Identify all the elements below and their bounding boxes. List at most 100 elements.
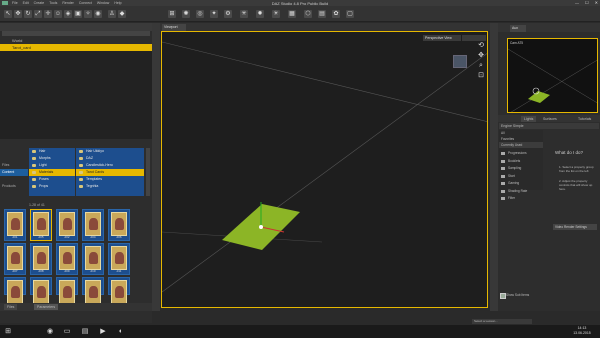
category-item[interactable]: Candlestick-Hero [76, 162, 144, 169]
daz-icon[interactable]: ◐ [116, 327, 126, 336]
category-item[interactable]: Morphs [29, 155, 75, 162]
right-vertical-tabbar[interactable] [490, 23, 498, 311]
scale-icon[interactable]: ⤢ [34, 10, 42, 18]
pointlight-icon[interactable]: ✹ [256, 10, 264, 18]
distant-light-icon[interactable]: ☀ [272, 10, 280, 18]
lamp-icon[interactable]: ✺ [182, 10, 190, 18]
thumbnail[interactable]: d01 [4, 209, 26, 241]
side-tab-content[interactable]: Content [0, 169, 28, 176]
grid-view-icon[interactable]: ▦ [288, 10, 296, 18]
frame-icon[interactable]: ⊡ [477, 72, 485, 80]
thumbnail[interactable] [82, 277, 104, 304]
shape-icon[interactable]: ⬡ [304, 10, 312, 18]
node-icon[interactable]: ◈ [64, 10, 72, 18]
lesson-dropdown[interactable]: Select a Lesson... [472, 319, 532, 324]
3d-viewport[interactable] [161, 31, 488, 308]
property-group[interactable]: Gaming [499, 180, 543, 188]
cursor-icon[interactable]: ↖ [4, 10, 12, 18]
category-item[interactable]: Light [29, 162, 75, 169]
chrome-icon[interactable]: ◉ [45, 327, 55, 336]
category-item-selected[interactable]: Materials [29, 169, 75, 176]
tab-viewport[interactable]: Viewport [162, 24, 186, 31]
property-group[interactable]: Sampling [499, 165, 543, 173]
windows-icon[interactable]: ⊞ [3, 327, 13, 336]
camera-icon[interactable]: ◉ [94, 10, 102, 18]
maximize-button[interactable]: ☐ [585, 0, 589, 5]
property-group[interactable]: Start [499, 173, 543, 181]
thumbnail[interactable]: d02 [56, 209, 78, 241]
thumbnail[interactable]: d07 [4, 243, 26, 275]
settings-icon[interactable]: ⚙ [224, 10, 232, 18]
tab-surfaces[interactable]: Surfaces [540, 116, 560, 122]
category-item[interactable]: Templates [76, 176, 144, 183]
thumbnail[interactable]: d08 [30, 243, 52, 275]
puzzle-icon[interactable]: ✿ [332, 10, 340, 18]
aux-viewport[interactable] [507, 38, 598, 113]
property-group[interactable]: Filter [499, 195, 543, 203]
terminal-icon[interactable]: ▶ [98, 327, 108, 336]
property-group[interactable]: Booklets [499, 158, 543, 166]
pose-icon[interactable]: ☺ [54, 10, 62, 18]
category-item[interactable]: Hair Ukkiyo [76, 148, 144, 155]
scene-row-tarot-card[interactable]: Tarot_card [0, 44, 152, 51]
thumbnail[interactable]: d10 [82, 243, 104, 275]
tab-tutorials[interactable]: Tutorials [575, 116, 594, 122]
box-icon[interactable]: ▢ [346, 10, 354, 18]
thumbnail[interactable]: d06 [108, 209, 130, 241]
category-item[interactable]: DAZ [76, 155, 144, 162]
category-item-selected[interactable]: Tarot Cards [76, 169, 144, 176]
property-group[interactable]: Shading Rate [499, 188, 543, 196]
tab-files[interactable]: Files [4, 304, 18, 310]
viewport-view-buttons[interactable] [462, 35, 486, 41]
category-item[interactable]: Tegnhla [76, 183, 144, 190]
taskview-icon[interactable]: ▭ [62, 327, 72, 336]
side-tab-blank[interactable] [0, 176, 28, 183]
filter-item-selected[interactable]: Currently Used [499, 142, 543, 148]
thumbnail[interactable]: d09 [56, 243, 78, 275]
left-bottom-tabs: Files Parameters [0, 303, 152, 311]
spotlight-icon[interactable]: ✧ [84, 10, 92, 18]
spot-icon[interactable]: ✳ [240, 10, 248, 18]
scene-search-input[interactable] [2, 31, 150, 36]
camera-dropdown[interactable]: Perspective View [423, 35, 461, 41]
explorer-icon[interactable]: ▤ [80, 327, 90, 336]
tab-aux-viewport[interactable]: Aux [510, 25, 526, 32]
category-item[interactable]: Poses [29, 176, 75, 183]
side-tab-products[interactable]: Products [0, 183, 28, 190]
cube-icon[interactable]: ▤ [318, 10, 326, 18]
move-icon[interactable]: ✥ [14, 10, 22, 18]
pan-icon[interactable]: ✥ [477, 52, 485, 60]
render-settings-button[interactable]: Video Render Settings [553, 224, 597, 230]
close-button[interactable]: ✕ [595, 0, 598, 5]
rotate-icon[interactable]: ↻ [24, 10, 32, 18]
side-tab-files[interactable]: Files [0, 162, 28, 169]
figure-icon[interactable]: ♙ [108, 10, 116, 18]
thumbnail[interactable]: d11 [108, 243, 130, 275]
minimize-button[interactable]: — [575, 0, 579, 5]
grid-icon[interactable]: ⊞ [168, 10, 176, 18]
universal-icon[interactable]: ✛ [44, 10, 52, 18]
thumbnail[interactable] [30, 277, 52, 304]
show-sub-items-checkbox[interactable]: Show Sub Items [499, 292, 559, 299]
category-item[interactable]: Props [29, 183, 75, 190]
primitive-icon[interactable]: ◆ [118, 10, 126, 18]
thumbnail[interactable] [108, 277, 130, 304]
property-group[interactable]: Progressions [499, 150, 543, 158]
thumbnail[interactable] [56, 277, 78, 304]
category-scrollbar[interactable] [146, 148, 150, 196]
bulb-icon[interactable]: ✦ [210, 10, 218, 18]
tab-parameters[interactable]: Parameters [34, 304, 59, 310]
tab-lights[interactable]: Lights [521, 116, 537, 122]
thumbnail[interactable]: d04 [82, 209, 104, 241]
zoom-icon[interactable]: ⌕ [477, 62, 485, 70]
thumbnail-selected[interactable]: d05 [30, 209, 52, 241]
render-icon[interactable]: ▣ [74, 10, 82, 18]
orbit-icon[interactable]: ⟲ [477, 42, 485, 50]
eye-icon[interactable]: ◎ [196, 10, 204, 18]
left-vertical-tabbar[interactable] [152, 23, 160, 311]
category-item[interactable]: Hair [29, 148, 75, 155]
scene-row-world[interactable]: World [0, 37, 152, 44]
thumbnail[interactable] [4, 277, 26, 304]
gizmo-center[interactable] [259, 225, 263, 229]
navigation-cube[interactable] [453, 55, 467, 68]
